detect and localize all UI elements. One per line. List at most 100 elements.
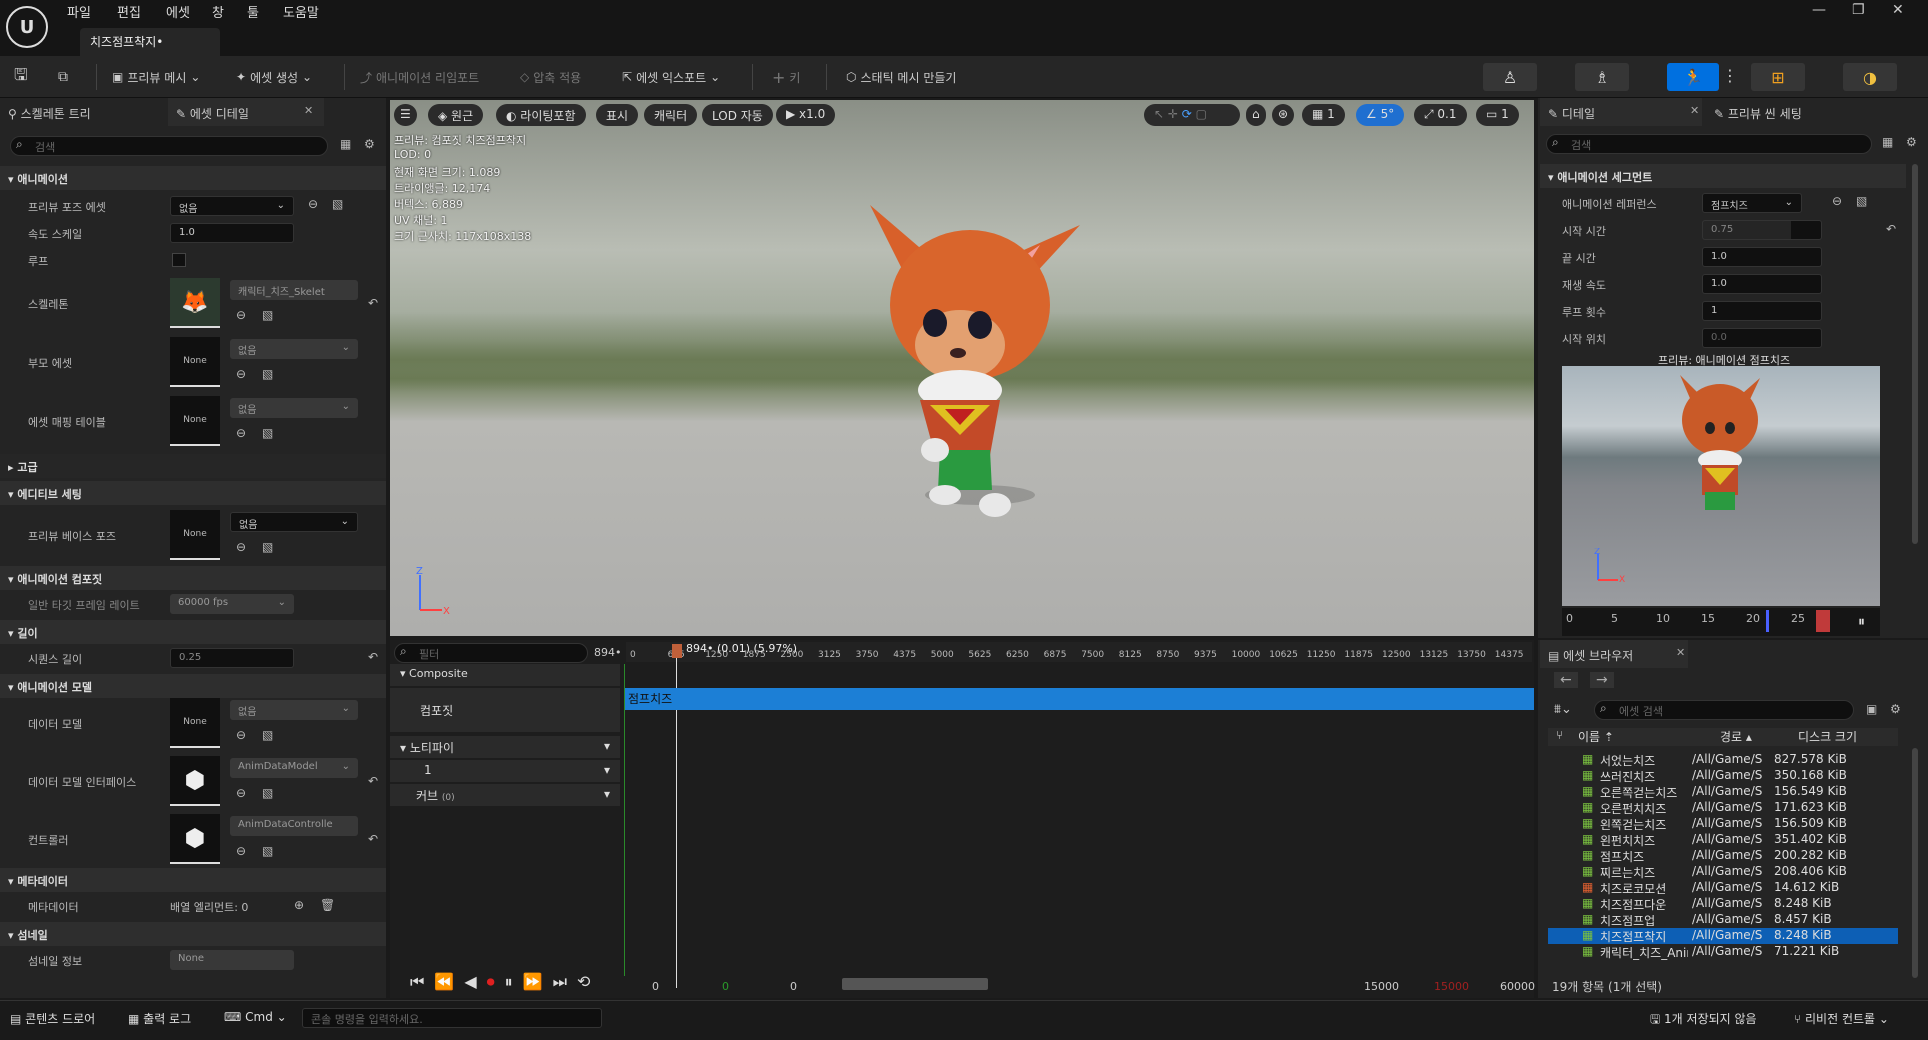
settings-icon[interactable]: ⚙ — [1890, 702, 1901, 716]
details-search-input[interactable]: 검색 — [10, 136, 328, 156]
browse-icon[interactable]: ⧉ — [58, 66, 68, 88]
data-model-iface-select[interactable]: AnimDataModel ⌄ — [230, 758, 358, 778]
menu-tools[interactable]: 툴 — [247, 2, 259, 21]
menu-edit[interactable]: 편집 — [117, 2, 141, 21]
end-time-field[interactable]: 1.0 — [1702, 247, 1822, 267]
skeleton-select[interactable]: 캐릭터_치즈_Skelet — [230, 280, 358, 300]
asset-row[interactable]: ▦ 찌르는치즈/All/Game/S 208.406 KiB — [1548, 864, 1898, 880]
content-drawer-button[interactable]: ▤ 콘텐츠 드로어 — [10, 1010, 95, 1027]
trash-icon[interactable]: 🗑 — [320, 898, 335, 912]
record-icon[interactable]: ⏺ — [487, 972, 495, 992]
physics-mode-button[interactable]: ◑ — [1843, 63, 1897, 91]
scale-snap-button[interactable]: ⤢ 0.1 — [1414, 104, 1467, 126]
perspective-button[interactable]: ◈ 원근 — [428, 104, 484, 126]
forward-arrow-icon[interactable]: → — [1590, 672, 1614, 688]
lighting-button[interactable]: ◐ 라이팅포함 — [496, 104, 586, 126]
grid-view-icon[interactable]: ▦ — [340, 137, 351, 151]
loop-checkbox[interactable] — [172, 253, 186, 267]
world-icon[interactable]: ⊛ — [1272, 104, 1295, 126]
output-log-button[interactable]: ▦ 출력 로그 — [128, 1010, 191, 1027]
editor-tab[interactable]: 치즈점프착지• — [80, 28, 220, 56]
range-end-red[interactable]: 15000 — [1434, 980, 1469, 993]
close-icon[interactable]: ✕ — [1892, 2, 1904, 18]
grid-snap-button[interactable]: ▦ 1 — [1302, 104, 1345, 126]
notify-track-header[interactable]: ▾ 노티파이 ▾ — [390, 736, 620, 758]
asset-row[interactable]: ▦ 치즈점프업/All/Game/S 8.457 KiB — [1548, 912, 1898, 928]
section-metadata[interactable]: ▾ 메타데이터 — [0, 868, 386, 892]
preview-playhead[interactable] — [1816, 610, 1830, 632]
range-max[interactable]: 60000 — [1500, 980, 1535, 993]
prev-frame-icon[interactable]: ⏪ — [434, 972, 454, 992]
col-name[interactable]: 이름 ⇡ — [1578, 728, 1720, 746]
animation-mode-button[interactable]: 🏃 — [1667, 63, 1719, 91]
browse-back-icon[interactable]: ⊖ — [236, 786, 246, 800]
parent-asset-thumbnail[interactable]: None — [170, 337, 220, 387]
show-button[interactable]: 표시 — [596, 104, 639, 126]
menu-asset[interactable]: 에셋 — [166, 2, 190, 21]
range-end-view[interactable]: 15000 — [1364, 980, 1399, 993]
target-frame-rate-select[interactable]: 60000 fps ⌄ — [170, 594, 294, 614]
menu-help[interactable]: 도움말 — [283, 2, 319, 21]
next-frame-icon[interactable]: ⏩ — [523, 972, 543, 992]
browse-back-icon[interactable]: ⊖ — [236, 367, 246, 381]
browse-back-icon[interactable]: ⊖ — [236, 540, 246, 554]
key-button[interactable]: + 키 — [772, 66, 800, 88]
close-tab-icon[interactable]: ✕ — [1690, 104, 1699, 117]
controller-select[interactable]: AnimDataControlle — [230, 816, 358, 836]
folder-icon[interactable]: ▧ — [262, 367, 273, 381]
unsaved-button[interactable]: 🖫 1개 저장되지 않음 — [1650, 1010, 1757, 1031]
back-arrow-icon[interactable]: ← — [1554, 672, 1578, 688]
unreal-logo[interactable]: U — [6, 6, 48, 48]
rate-scale-field[interactable]: 1.0 — [170, 223, 294, 243]
reset-icon[interactable]: ↶ — [368, 774, 378, 788]
skeleton-thumbnail[interactable]: 🦊 — [170, 278, 220, 328]
skeleton-mode-button[interactable]: ♙ — [1483, 63, 1537, 91]
section-animation[interactable]: ▾ 애니메이션 — [0, 166, 386, 190]
reimport-button[interactable]: ⤴ 애니메이션 리임포트 — [360, 66, 479, 88]
folder-view-icon[interactable]: ▣ — [1866, 702, 1877, 716]
section-length[interactable]: ▾ 길이 — [0, 620, 386, 644]
tab-asset-browser[interactable]: ▤ 에셋 브라우저 — [1540, 640, 1688, 668]
section-thumbnail[interactable]: ▾ 섬네일 — [0, 922, 386, 946]
section-anim-segment[interactable]: ▾ 애니메이션 세그먼트 — [1540, 164, 1906, 188]
col-path[interactable]: 경로 ▴ — [1720, 728, 1798, 746]
tab-preview-scene[interactable]: ✎ 프리뷰 씬 세팅 — [1706, 98, 1866, 126]
parent-asset-select[interactable]: 없음 ⌄ — [230, 339, 358, 359]
section-advanced[interactable]: ▸ 고급 — [0, 454, 386, 478]
blueprint-mode-button[interactable]: ⊞ — [1751, 63, 1805, 91]
section-anim-model[interactable]: ▾ 애니메이션 모델 — [0, 674, 386, 698]
angle-snap-button[interactable]: ∠ 5° — [1356, 104, 1405, 126]
reset-icon[interactable]: ↶ — [368, 296, 378, 310]
folder-icon[interactable]: ▧ — [332, 197, 343, 211]
preview-pose-select[interactable]: 없음 ⌄ — [170, 196, 294, 216]
add-element-icon[interactable]: ⊕ — [294, 898, 304, 912]
playhead-handle[interactable] — [672, 644, 682, 658]
curves-track-header[interactable]: 커브 (0) ▾ — [390, 784, 620, 806]
folder-icon[interactable]: ▧ — [262, 426, 273, 440]
browse-back-icon[interactable]: ⊖ — [308, 197, 318, 211]
playback-speed-button[interactable]: ▶ x1.0 — [776, 104, 836, 126]
viewport-menu-button[interactable]: ☰ — [394, 104, 417, 126]
asset-row[interactable]: ▦ 치즈로코모션/All/Game/S 14.612 KiB — [1548, 880, 1898, 896]
reset-icon[interactable]: ↶ — [368, 650, 378, 664]
data-model-thumbnail[interactable]: None — [170, 698, 220, 748]
folder-icon[interactable]: ▧ — [1856, 194, 1867, 208]
preview-timeline[interactable] — [1562, 608, 1880, 636]
loop-icon[interactable]: ⟲ — [577, 972, 590, 992]
character-button[interactable]: 캐릭터 — [644, 104, 698, 126]
reset-icon[interactable]: ↶ — [368, 832, 378, 846]
lod-button[interactable]: LOD 자동 — [702, 104, 773, 126]
preview-base-pose-select[interactable]: 없음 ⌄ — [230, 512, 358, 532]
console-input[interactable]: 콘솔 명령을 입력하세요. — [302, 1008, 602, 1028]
folder-icon[interactable]: ▧ — [262, 786, 273, 800]
asset-row[interactable]: ▦ 점프치즈/All/Game/S 200.282 KiB — [1548, 848, 1898, 864]
reset-icon[interactable]: ↶ — [1886, 222, 1896, 236]
tab-skeleton-tree[interactable]: ⚲ 스켈레톤 트리 — [0, 98, 166, 126]
tab-details[interactable]: ✎ 디테일 — [1540, 98, 1702, 126]
surface-snap-icon[interactable]: ⌂ — [1246, 104, 1266, 126]
asset-row[interactable]: ▦ 쓰러진치즈/All/Game/S 350.168 KiB — [1548, 768, 1898, 784]
revision-control-button[interactable]: ⑂ 리비전 컨트롤 ⌄ — [1794, 1010, 1889, 1027]
export-asset-button[interactable]: ⇱ 에셋 익스포트 ⌄ — [622, 66, 720, 88]
play-rate-field[interactable]: 1.0 — [1702, 274, 1822, 294]
compress-button[interactable]: ◇ 압축 적용 — [520, 66, 581, 88]
